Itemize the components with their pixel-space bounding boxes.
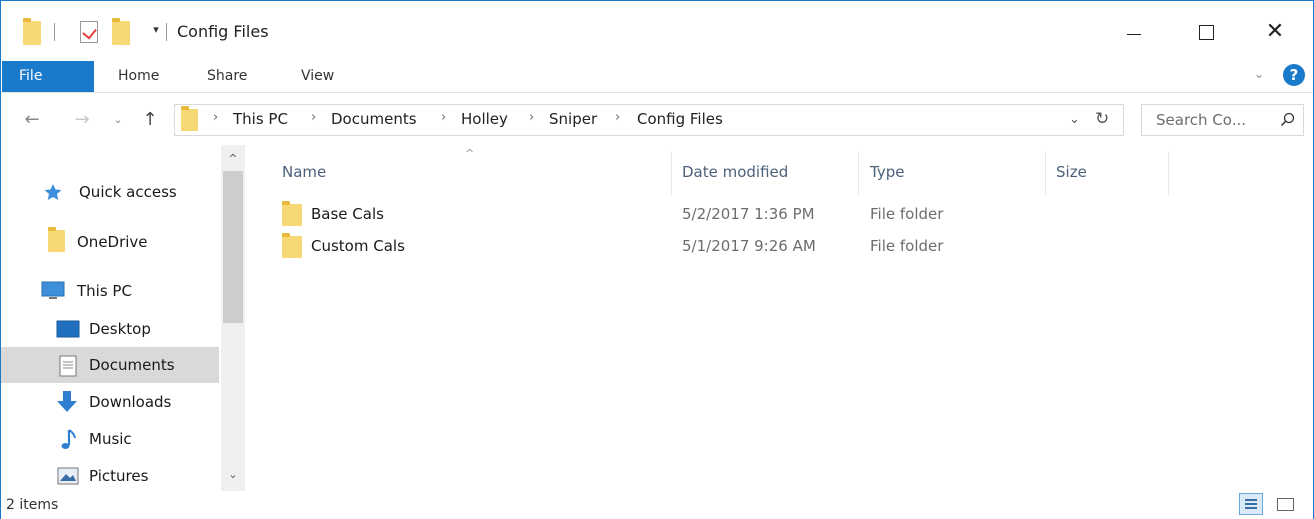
tab-share[interactable]: Share <box>207 61 247 92</box>
help-icon[interactable]: ? <box>1283 64 1305 86</box>
toolbar-separator <box>54 23 55 41</box>
column-label: Name <box>282 163 327 181</box>
customize-quick-access-dropdown-icon[interactable]: ▾ <box>149 23 163 37</box>
column-header-type[interactable]: Type <box>860 151 1046 195</box>
large-icons-view-icon[interactable] <box>1274 494 1296 514</box>
sidebar-item-downloads[interactable]: Downloads <box>1 384 219 420</box>
sidebar-item-documents[interactable]: Documents <box>1 347 219 383</box>
column-header-size[interactable]: Size <box>1047 151 1169 195</box>
file-date-modified: 5/1/2017 9:26 AM <box>682 237 816 255</box>
address-row: ← → ⌄ ↑ › This PC › Documents › Holley ›… <box>1 93 1313 145</box>
sidebar-item-label: This PC <box>77 282 132 300</box>
documents-icon <box>59 355 77 377</box>
sidebar-item-label: Quick access <box>79 183 177 201</box>
breadcrumb-chevron-icon[interactable]: › <box>311 110 316 125</box>
file-row[interactable]: Base Cals 5/2/2017 1:36 PM File folder <box>276 199 976 229</box>
address-bar[interactable]: › This PC › Documents › Holley › Sniper … <box>174 104 1124 136</box>
close-button[interactable]: ✕ <box>1255 15 1295 49</box>
tab-file[interactable]: File <box>2 61 94 92</box>
column-label: Size <box>1056 163 1087 181</box>
breadcrumb-config-files[interactable]: Config Files <box>637 110 723 128</box>
sidebar-item-label: Downloads <box>89 393 172 411</box>
sidebar-item-label: Desktop <box>89 320 151 338</box>
column-label: Type <box>870 163 905 181</box>
file-explorer-window: ▾ Config Files ✕ File Home Share View ⌄ … <box>0 0 1314 519</box>
file-date-modified: 5/2/2017 1:36 PM <box>682 205 815 223</box>
sidebar-item-this-pc[interactable]: This PC <box>1 273 219 309</box>
file-row[interactable]: Custom Cals 5/1/2017 9:26 AM File folder <box>276 231 976 261</box>
item-count: 2 items <box>6 497 59 513</box>
breadcrumb-chevron-icon[interactable]: › <box>441 110 446 125</box>
sidebar-item-label: Documents <box>89 356 175 374</box>
toolbar-separator <box>166 23 167 41</box>
sidebar-item-desktop[interactable]: Desktop <box>1 311 219 347</box>
breadcrumb-holley[interactable]: Holley <box>461 110 508 128</box>
pictures-icon <box>57 467 79 485</box>
computer-icon <box>41 281 65 299</box>
file-name: Custom Cals <box>311 237 405 255</box>
address-history-chevron-icon[interactable]: ⌄ <box>1069 112 1080 127</box>
ribbon-tabs: File Home Share View ⌄ ? <box>1 61 1313 93</box>
maximize-button[interactable] <box>1185 15 1225 49</box>
sidebar-item-onedrive[interactable]: OneDrive <box>1 224 219 260</box>
sidebar-item-music[interactable]: Music <box>1 421 219 457</box>
sidebar-item-pictures[interactable]: Pictures <box>1 458 219 494</box>
breadcrumb-chevron-icon[interactable]: › <box>529 110 534 125</box>
sidebar-item-label: OneDrive <box>77 233 148 251</box>
file-type: File folder <box>870 205 944 223</box>
desktop-icon <box>56 320 80 338</box>
navigation-pane-scrollbar[interactable]: ^ ⌄ <box>221 145 245 491</box>
column-label: Date modified <box>682 163 789 181</box>
breadcrumb-documents[interactable]: Documents <box>331 110 417 128</box>
breadcrumb-chevron-icon[interactable]: › <box>213 110 218 125</box>
expand-ribbon-chevron-icon[interactable]: ⌄ <box>1254 67 1268 81</box>
file-list: Name ^ Date modified Type Size Base Cals… <box>246 145 1313 491</box>
download-arrow-icon <box>57 391 77 412</box>
status-bar: 2 items <box>1 491 1313 519</box>
details-view-icon[interactable] <box>1239 493 1263 515</box>
properties-icon[interactable] <box>80 21 98 43</box>
sort-ascending-icon: ^ <box>465 147 475 160</box>
search-icon[interactable] <box>1280 112 1295 127</box>
refresh-icon[interactable]: ↻ <box>1095 109 1109 129</box>
sidebar-item-label: Music <box>89 430 132 448</box>
tab-view[interactable]: View <box>301 61 334 92</box>
title-bar: ▾ Config Files ✕ <box>1 1 1313 61</box>
minimize-button[interactable] <box>1113 15 1153 49</box>
scrollbar-thumb[interactable] <box>223 171 243 323</box>
up-arrow-icon[interactable]: ↑ <box>139 109 161 131</box>
file-name: Base Cals <box>311 205 384 223</box>
recent-locations-chevron-icon[interactable]: ⌄ <box>111 109 125 131</box>
forward-arrow-icon[interactable]: → <box>71 109 93 131</box>
star-icon <box>44 184 62 200</box>
music-note-icon <box>61 429 76 449</box>
back-arrow-icon[interactable]: ← <box>21 109 43 131</box>
navigation-pane: Quick access OneDrive This PC Desktop Do… <box>1 145 246 491</box>
column-header-date-modified[interactable]: Date modified <box>673 151 859 195</box>
breadcrumb-this-pc[interactable]: This PC <box>233 110 288 128</box>
breadcrumb-sniper[interactable]: Sniper <box>549 110 597 128</box>
column-header-name[interactable]: Name ^ <box>274 147 672 195</box>
scroll-up-icon[interactable]: ^ <box>221 149 245 169</box>
search-input[interactable]: Search Co... <box>1141 104 1304 136</box>
sidebar-item-quick-access[interactable]: Quick access <box>1 174 219 210</box>
scroll-down-icon[interactable]: ⌄ <box>221 465 245 485</box>
file-type: File folder <box>870 237 944 255</box>
search-placeholder: Search Co... <box>1156 111 1246 129</box>
window-title: Config Files <box>177 22 269 41</box>
breadcrumb-chevron-icon[interactable]: › <box>615 110 620 125</box>
tab-home[interactable]: Home <box>118 61 159 92</box>
sidebar-item-label: Pictures <box>89 467 149 485</box>
